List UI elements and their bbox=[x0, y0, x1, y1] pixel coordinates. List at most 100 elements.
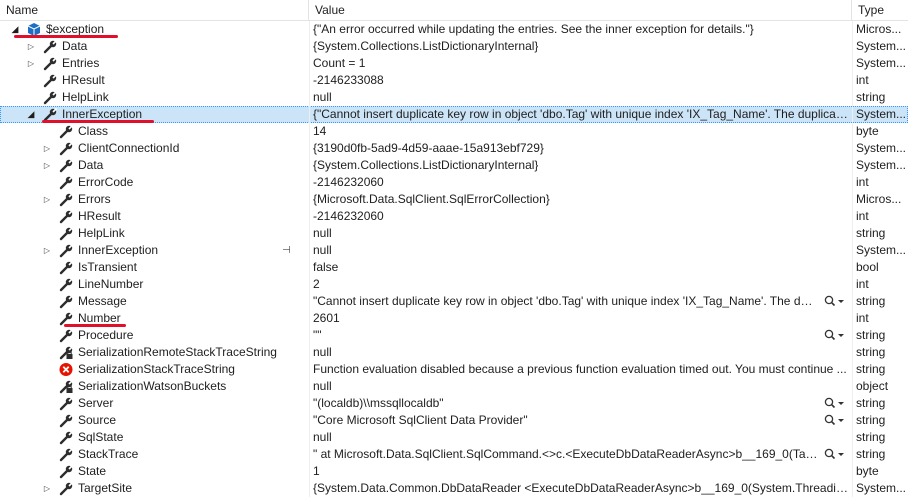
grid-row[interactable]: HelpLink null string bbox=[0, 225, 908, 242]
row-type-cell: string bbox=[856, 362, 886, 376]
grid-row[interactable]: SerializationStackTraceString Function ev… bbox=[0, 361, 908, 378]
row-type-cell: System... bbox=[856, 243, 907, 257]
row-value-cell[interactable]: {Microsoft.Data.SqlClient.SqlErrorCollec… bbox=[313, 191, 848, 208]
grid-row[interactable]: ▷ Data {System.Collections.ListDictionaryI… bbox=[0, 157, 908, 174]
row-value-cell[interactable]: " at Microsoft.Data.SqlClient.SqlCommand… bbox=[313, 446, 848, 463]
collapse-triangle-icon[interactable]: ◢ bbox=[26, 106, 36, 123]
grid-row[interactable]: LineNumber 2 int bbox=[0, 276, 908, 293]
column-divider bbox=[852, 327, 853, 344]
grid-row[interactable]: SerializationWatsonBuckets null object bbox=[0, 378, 908, 395]
grid-row[interactable]: Message "Cannot insert duplicate key row … bbox=[0, 293, 908, 310]
magnifier-visualizer-icon[interactable] bbox=[822, 395, 846, 412]
row-value-cell[interactable]: -2146232060 bbox=[313, 174, 848, 191]
row-value-cell[interactable]: "" bbox=[313, 327, 848, 344]
grid-row[interactable]: ▷ Entries Count = 1 System... bbox=[0, 55, 908, 72]
row-value-cell[interactable]: 14 bbox=[313, 123, 848, 140]
magnifier-visualizer-icon[interactable] bbox=[822, 412, 846, 429]
row-name-cell: ▷ ClientConnectionId bbox=[0, 140, 309, 157]
row-name-cell: LineNumber bbox=[0, 276, 309, 293]
row-value-cell[interactable]: -2146233088 bbox=[313, 72, 848, 89]
row-name-label: Procedure bbox=[78, 328, 134, 342]
magnifier-visualizer-icon[interactable] bbox=[822, 293, 846, 310]
row-value-text: {System.Collections.ListDictionaryIntern… bbox=[313, 158, 539, 172]
row-value-cell[interactable]: false bbox=[313, 259, 848, 276]
row-value-cell[interactable]: {System.Collections.ListDictionaryIntern… bbox=[313, 157, 848, 174]
row-value-cell[interactable]: "Cannot insert duplicate key row in obje… bbox=[313, 293, 848, 310]
grid-row[interactable]: ◢ $exception {"An error occurred while upd… bbox=[0, 21, 908, 38]
row-type-cell: Micros... bbox=[856, 192, 902, 206]
wrench-icon bbox=[58, 124, 74, 139]
row-value-cell[interactable]: {System.Data.Common.DbDataReader <Execut… bbox=[313, 480, 848, 497]
column-header-type[interactable]: Type bbox=[852, 0, 908, 20]
column-divider bbox=[852, 174, 853, 191]
column-divider bbox=[852, 446, 853, 463]
grid-row[interactable]: ▷ Data {System.Collections.ListDictionaryI… bbox=[0, 38, 908, 55]
grid-row[interactable]: ▷ ClientConnectionId {3190d0fb-5ad9-4d59-a… bbox=[0, 140, 908, 157]
row-value-cell[interactable]: null bbox=[313, 89, 848, 106]
grid-row[interactable]: ErrorCode -2146232060 int bbox=[0, 174, 908, 191]
grid-row[interactable]: ▷ InnerException ⊣ null System... bbox=[0, 242, 908, 259]
grid-row[interactable]: SqlState null string bbox=[0, 429, 908, 446]
row-value-cell[interactable]: null bbox=[313, 242, 848, 259]
grid-row[interactable]: State 1 byte bbox=[0, 463, 908, 480]
row-value-cell[interactable]: {"Cannot insert duplicate key row in obj… bbox=[313, 106, 848, 123]
grid-row[interactable]: Number 2601 int bbox=[0, 310, 908, 327]
row-name-label: IsTransient bbox=[78, 260, 137, 274]
row-value-cell[interactable]: 2601 bbox=[313, 310, 848, 327]
row-value-cell[interactable]: null bbox=[313, 344, 848, 361]
grid-row[interactable]: Source "Core Microsoft SqlClient Data Pro… bbox=[0, 412, 908, 429]
column-divider bbox=[852, 55, 853, 72]
grid-row[interactable]: ▷ TargetSite {System.Data.Common.DbDataRea… bbox=[0, 480, 908, 497]
wrench-icon bbox=[58, 481, 74, 496]
row-value-cell[interactable]: {3190d0fb-5ad9-4d59-aaae-15a913ebf729} bbox=[313, 140, 848, 157]
grid-row[interactable]: StackTrace " at Microsoft.Data.SqlClient.… bbox=[0, 446, 908, 463]
row-value-cell[interactable]: {System.Collections.ListDictionaryIntern… bbox=[313, 38, 848, 55]
row-value-cell[interactable]: Function evaluation disabled because a p… bbox=[313, 361, 848, 378]
expand-triangle-icon[interactable]: ▷ bbox=[42, 480, 52, 497]
row-value-cell[interactable]: Count = 1 bbox=[313, 55, 848, 72]
row-value-cell[interactable]: null bbox=[313, 429, 848, 446]
row-value-cell[interactable]: 2 bbox=[313, 276, 848, 293]
row-type-cell: System... bbox=[856, 158, 907, 172]
row-type-cell: int bbox=[856, 311, 869, 325]
expand-triangle-icon[interactable]: ▷ bbox=[42, 140, 52, 157]
row-type-cell: System... bbox=[856, 481, 907, 495]
row-name-cell: ▷ Entries bbox=[0, 55, 309, 72]
grid-row[interactable]: Procedure "" string bbox=[0, 327, 908, 344]
column-header-name[interactable]: Name bbox=[0, 0, 309, 20]
grid-row[interactable]: HelpLink null string bbox=[0, 89, 908, 106]
expand-triangle-icon[interactable]: ▷ bbox=[42, 157, 52, 174]
expand-triangle-icon[interactable]: ▷ bbox=[42, 242, 52, 259]
column-divider bbox=[852, 38, 853, 55]
expand-triangle-icon[interactable]: ▷ bbox=[26, 38, 36, 55]
row-value-cell[interactable]: -2146232060 bbox=[313, 208, 848, 225]
row-value-text: Function evaluation disabled because a p… bbox=[313, 362, 847, 376]
grid-row[interactable]: SerializationRemoteStackTraceString null s… bbox=[0, 344, 908, 361]
column-divider bbox=[852, 344, 853, 361]
column-divider bbox=[852, 72, 853, 89]
row-value-cell[interactable]: {"An error occurred while updating the e… bbox=[313, 21, 848, 38]
magnifier-visualizer-icon[interactable] bbox=[822, 327, 846, 344]
row-value-cell[interactable]: "(localdb)\\mssqllocaldb" bbox=[313, 395, 848, 412]
grid-row[interactable]: Class 14 byte bbox=[0, 123, 908, 140]
grid-row[interactable]: HResult -2146232060 int bbox=[0, 208, 908, 225]
grid-row[interactable]: HResult -2146233088 int bbox=[0, 72, 908, 89]
expand-triangle-icon[interactable]: ▷ bbox=[42, 191, 52, 208]
grid-row[interactable]: IsTransient false bool bbox=[0, 259, 908, 276]
row-value-cell[interactable]: null bbox=[313, 225, 848, 242]
row-value-text: "Core Microsoft SqlClient Data Provider" bbox=[313, 413, 528, 427]
column-divider bbox=[309, 361, 310, 378]
grid-row[interactable]: ◢ InnerException {"Cannot insert duplicate… bbox=[0, 106, 908, 123]
magnifier-visualizer-icon[interactable] bbox=[822, 446, 846, 463]
row-value-cell[interactable]: 1 bbox=[313, 463, 848, 480]
grid-row[interactable]: Server "(localdb)\\mssqllocaldb" string bbox=[0, 395, 908, 412]
grid-row[interactable]: ▷ Errors {Microsoft.Data.SqlClient.SqlErro… bbox=[0, 191, 908, 208]
row-value-cell[interactable]: null bbox=[313, 378, 848, 395]
expand-triangle-icon[interactable]: ▷ bbox=[26, 55, 36, 72]
row-name-label: HelpLink bbox=[62, 90, 109, 104]
row-value-cell[interactable]: "Core Microsoft SqlClient Data Provider" bbox=[313, 412, 848, 429]
column-header-value[interactable]: Value bbox=[309, 0, 852, 20]
pin-icon[interactable]: ⊣ bbox=[282, 242, 291, 259]
